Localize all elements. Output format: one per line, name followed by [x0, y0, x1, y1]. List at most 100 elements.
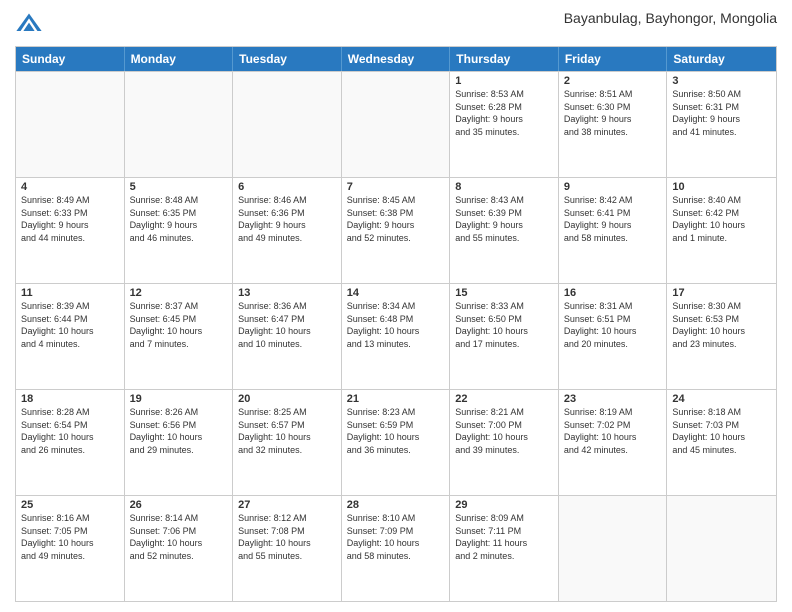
- calendar-cell: [559, 496, 668, 601]
- day-number: 8: [455, 181, 553, 193]
- day-number: 24: [672, 393, 771, 405]
- calendar-cell: 9Sunrise: 8:42 AM Sunset: 6:41 PM Daylig…: [559, 178, 668, 283]
- cell-info: Sunrise: 8:37 AM Sunset: 6:45 PM Dayligh…: [130, 300, 228, 350]
- calendar-cell: 19Sunrise: 8:26 AM Sunset: 6:56 PM Dayli…: [125, 390, 234, 495]
- cell-info: Sunrise: 8:21 AM Sunset: 7:00 PM Dayligh…: [455, 406, 553, 456]
- calendar-cell: 14Sunrise: 8:34 AM Sunset: 6:48 PM Dayli…: [342, 284, 451, 389]
- day-number: 17: [672, 287, 771, 299]
- header-cell-wednesday: Wednesday: [342, 47, 451, 71]
- day-number: 27: [238, 499, 336, 511]
- calendar-row-3: 18Sunrise: 8:28 AM Sunset: 6:54 PM Dayli…: [16, 389, 776, 495]
- cell-info: Sunrise: 8:36 AM Sunset: 6:47 PM Dayligh…: [238, 300, 336, 350]
- calendar-row-0: 1Sunrise: 8:53 AM Sunset: 6:28 PM Daylig…: [16, 71, 776, 177]
- calendar-cell: 24Sunrise: 8:18 AM Sunset: 7:03 PM Dayli…: [667, 390, 776, 495]
- cell-info: Sunrise: 8:30 AM Sunset: 6:53 PM Dayligh…: [672, 300, 771, 350]
- calendar-cell: 16Sunrise: 8:31 AM Sunset: 6:51 PM Dayli…: [559, 284, 668, 389]
- day-number: 21: [347, 393, 445, 405]
- day-number: 1: [455, 75, 553, 87]
- cell-info: Sunrise: 8:28 AM Sunset: 6:54 PM Dayligh…: [21, 406, 119, 456]
- day-number: 26: [130, 499, 228, 511]
- header-cell-saturday: Saturday: [667, 47, 776, 71]
- cell-info: Sunrise: 8:18 AM Sunset: 7:03 PM Dayligh…: [672, 406, 771, 456]
- cell-info: Sunrise: 8:42 AM Sunset: 6:41 PM Dayligh…: [564, 194, 662, 244]
- calendar-cell: [342, 72, 451, 177]
- calendar: SundayMondayTuesdayWednesdayThursdayFrid…: [15, 46, 777, 602]
- cell-info: Sunrise: 8:34 AM Sunset: 6:48 PM Dayligh…: [347, 300, 445, 350]
- cell-info: Sunrise: 8:51 AM Sunset: 6:30 PM Dayligh…: [564, 88, 662, 138]
- logo-icon: [15, 10, 43, 38]
- calendar-cell: 10Sunrise: 8:40 AM Sunset: 6:42 PM Dayli…: [667, 178, 776, 283]
- calendar-cell: 12Sunrise: 8:37 AM Sunset: 6:45 PM Dayli…: [125, 284, 234, 389]
- cell-info: Sunrise: 8:43 AM Sunset: 6:39 PM Dayligh…: [455, 194, 553, 244]
- calendar-cell: [125, 72, 234, 177]
- calendar-cell: 8Sunrise: 8:43 AM Sunset: 6:39 PM Daylig…: [450, 178, 559, 283]
- day-number: 10: [672, 181, 771, 193]
- day-number: 20: [238, 393, 336, 405]
- header-right: Bayanbulag, Bayhongor, Mongolia: [564, 10, 777, 26]
- day-number: 23: [564, 393, 662, 405]
- cell-info: Sunrise: 8:31 AM Sunset: 6:51 PM Dayligh…: [564, 300, 662, 350]
- cell-info: Sunrise: 8:19 AM Sunset: 7:02 PM Dayligh…: [564, 406, 662, 456]
- day-number: 7: [347, 181, 445, 193]
- header-cell-sunday: Sunday: [16, 47, 125, 71]
- header-cell-tuesday: Tuesday: [233, 47, 342, 71]
- day-number: 16: [564, 287, 662, 299]
- cell-info: Sunrise: 8:53 AM Sunset: 6:28 PM Dayligh…: [455, 88, 553, 138]
- day-number: 11: [21, 287, 119, 299]
- day-number: 28: [347, 499, 445, 511]
- calendar-cell: 23Sunrise: 8:19 AM Sunset: 7:02 PM Dayli…: [559, 390, 668, 495]
- cell-info: Sunrise: 8:12 AM Sunset: 7:08 PM Dayligh…: [238, 512, 336, 562]
- calendar-cell: [233, 72, 342, 177]
- header: Bayanbulag, Bayhongor, Mongolia: [15, 10, 777, 38]
- calendar-cell: 18Sunrise: 8:28 AM Sunset: 6:54 PM Dayli…: [16, 390, 125, 495]
- calendar-cell: 5Sunrise: 8:48 AM Sunset: 6:35 PM Daylig…: [125, 178, 234, 283]
- calendar-cell: 4Sunrise: 8:49 AM Sunset: 6:33 PM Daylig…: [16, 178, 125, 283]
- calendar-cell: 11Sunrise: 8:39 AM Sunset: 6:44 PM Dayli…: [16, 284, 125, 389]
- calendar-cell: [667, 496, 776, 601]
- day-number: 25: [21, 499, 119, 511]
- cell-info: Sunrise: 8:26 AM Sunset: 6:56 PM Dayligh…: [130, 406, 228, 456]
- day-number: 9: [564, 181, 662, 193]
- calendar-cell: 28Sunrise: 8:10 AM Sunset: 7:09 PM Dayli…: [342, 496, 451, 601]
- calendar-cell: 13Sunrise: 8:36 AM Sunset: 6:47 PM Dayli…: [233, 284, 342, 389]
- cell-info: Sunrise: 8:33 AM Sunset: 6:50 PM Dayligh…: [455, 300, 553, 350]
- calendar-cell: 29Sunrise: 8:09 AM Sunset: 7:11 PM Dayli…: [450, 496, 559, 601]
- cell-info: Sunrise: 8:39 AM Sunset: 6:44 PM Dayligh…: [21, 300, 119, 350]
- calendar-row-4: 25Sunrise: 8:16 AM Sunset: 7:05 PM Dayli…: [16, 495, 776, 601]
- calendar-cell: 15Sunrise: 8:33 AM Sunset: 6:50 PM Dayli…: [450, 284, 559, 389]
- cell-info: Sunrise: 8:45 AM Sunset: 6:38 PM Dayligh…: [347, 194, 445, 244]
- day-number: 18: [21, 393, 119, 405]
- day-number: 13: [238, 287, 336, 299]
- cell-info: Sunrise: 8:25 AM Sunset: 6:57 PM Dayligh…: [238, 406, 336, 456]
- cell-info: Sunrise: 8:10 AM Sunset: 7:09 PM Dayligh…: [347, 512, 445, 562]
- cell-info: Sunrise: 8:23 AM Sunset: 6:59 PM Dayligh…: [347, 406, 445, 456]
- calendar-cell: 20Sunrise: 8:25 AM Sunset: 6:57 PM Dayli…: [233, 390, 342, 495]
- header-cell-monday: Monday: [125, 47, 234, 71]
- calendar-header: SundayMondayTuesdayWednesdayThursdayFrid…: [16, 47, 776, 71]
- day-number: 22: [455, 393, 553, 405]
- day-number: 5: [130, 181, 228, 193]
- page: Bayanbulag, Bayhongor, Mongolia SundayMo…: [0, 0, 792, 612]
- day-number: 6: [238, 181, 336, 193]
- calendar-row-2: 11Sunrise: 8:39 AM Sunset: 6:44 PM Dayli…: [16, 283, 776, 389]
- header-cell-thursday: Thursday: [450, 47, 559, 71]
- day-number: 2: [564, 75, 662, 87]
- cell-info: Sunrise: 8:48 AM Sunset: 6:35 PM Dayligh…: [130, 194, 228, 244]
- day-number: 4: [21, 181, 119, 193]
- day-number: 15: [455, 287, 553, 299]
- day-number: 29: [455, 499, 553, 511]
- calendar-cell: 1Sunrise: 8:53 AM Sunset: 6:28 PM Daylig…: [450, 72, 559, 177]
- calendar-cell: 21Sunrise: 8:23 AM Sunset: 6:59 PM Dayli…: [342, 390, 451, 495]
- calendar-row-1: 4Sunrise: 8:49 AM Sunset: 6:33 PM Daylig…: [16, 177, 776, 283]
- location: Bayanbulag, Bayhongor, Mongolia: [564, 10, 777, 26]
- cell-info: Sunrise: 8:49 AM Sunset: 6:33 PM Dayligh…: [21, 194, 119, 244]
- calendar-cell: 6Sunrise: 8:46 AM Sunset: 6:36 PM Daylig…: [233, 178, 342, 283]
- calendar-cell: 27Sunrise: 8:12 AM Sunset: 7:08 PM Dayli…: [233, 496, 342, 601]
- cell-info: Sunrise: 8:16 AM Sunset: 7:05 PM Dayligh…: [21, 512, 119, 562]
- calendar-cell: 26Sunrise: 8:14 AM Sunset: 7:06 PM Dayli…: [125, 496, 234, 601]
- cell-info: Sunrise: 8:50 AM Sunset: 6:31 PM Dayligh…: [672, 88, 771, 138]
- calendar-cell: 17Sunrise: 8:30 AM Sunset: 6:53 PM Dayli…: [667, 284, 776, 389]
- calendar-cell: 25Sunrise: 8:16 AM Sunset: 7:05 PM Dayli…: [16, 496, 125, 601]
- calendar-cell: 3Sunrise: 8:50 AM Sunset: 6:31 PM Daylig…: [667, 72, 776, 177]
- calendar-cell: 7Sunrise: 8:45 AM Sunset: 6:38 PM Daylig…: [342, 178, 451, 283]
